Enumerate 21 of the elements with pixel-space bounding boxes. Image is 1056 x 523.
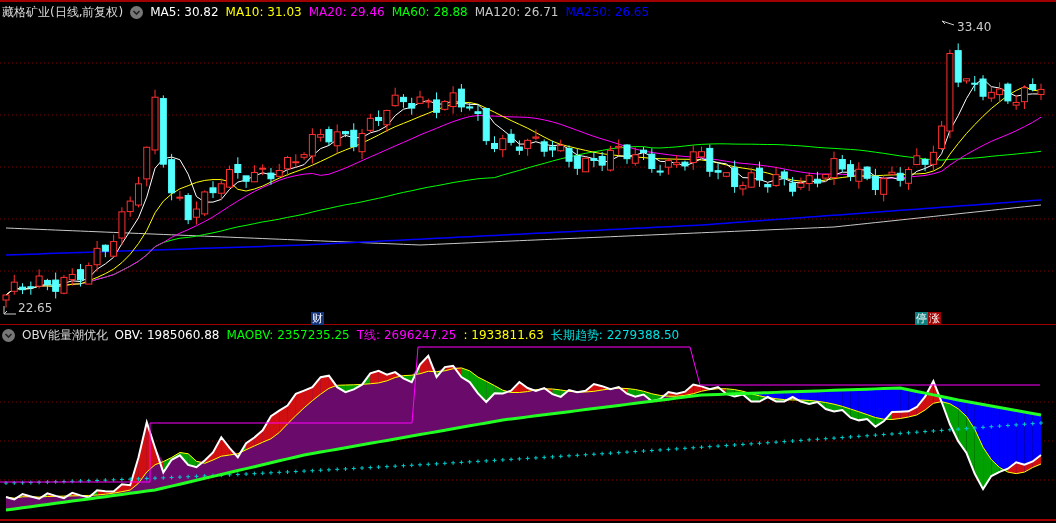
indicator-value: T线: 2696247.25 <box>356 326 457 344</box>
event-tag: 财 <box>311 312 324 325</box>
price-label: 33.40 <box>957 20 992 34</box>
indicator-value: : 1933811.63 <box>463 328 544 342</box>
indicator-value: MA10: 31.03 <box>225 5 302 19</box>
dropdown-icon[interactable] <box>2 328 15 342</box>
indicator-value: MA5: 30.82 <box>150 5 219 19</box>
indicator-value: MA60: 28.88 <box>391 5 468 19</box>
indicator-value: MA120: 26.71 <box>474 5 559 19</box>
indicator-value: 长期趋势: 2279388.50 <box>550 326 680 344</box>
indicator-value: MAOBV: 2357235.25 <box>226 328 350 342</box>
indicator-value: MA250: 26.65 <box>565 5 650 19</box>
event-tag: 涨 <box>928 312 941 325</box>
price-label: 22.65 <box>18 301 53 315</box>
leader-line <box>3 305 17 315</box>
event-tag: 停 <box>915 312 928 325</box>
chart-title: OBV能量潮优化 <box>22 326 108 344</box>
indicator-value: OBV: 1985060.88 <box>114 328 220 342</box>
dropdown-icon[interactable] <box>130 5 144 19</box>
chart-title: 藏格矿业(日线,前复权) <box>2 3 124 21</box>
indicator-value: MA20: 29.46 <box>308 5 385 19</box>
